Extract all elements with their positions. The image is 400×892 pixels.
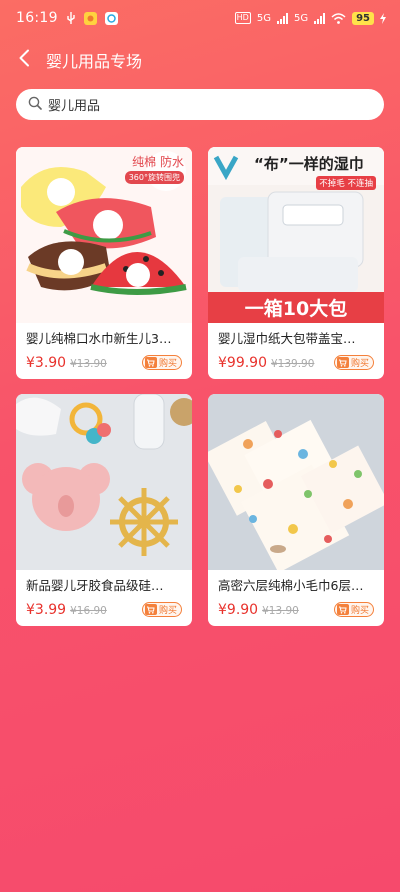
signal-icon	[276, 12, 288, 24]
price-row: ¥99.90 ¥139.90 购买	[208, 355, 384, 371]
buy-button[interactable]: 购买	[333, 355, 374, 370]
image-tagline: 不掉毛 不连抽	[316, 176, 376, 190]
original-price: ¥13.90	[70, 358, 107, 370]
product-title[interactable]: 新品婴儿牙胶食品级硅…	[16, 578, 192, 594]
buy-label: 购买	[350, 359, 369, 369]
signal-icon-2	[314, 12, 326, 24]
original-price: ¥139.90	[271, 358, 315, 370]
cart-icon	[144, 357, 157, 368]
usb-icon	[66, 11, 76, 25]
buy-button[interactable]: 购买	[141, 602, 182, 617]
product-card[interactable]: “布”一样的湿巾 不掉毛 不连抽 一箱10大包 婴儿湿巾纸大包带盖宝… ¥99.…	[208, 147, 384, 379]
price-row: ¥3.90 ¥13.90 购买	[16, 355, 192, 371]
page-title: 婴儿用品专场	[46, 52, 143, 71]
cart-icon	[144, 604, 157, 615]
cart-icon	[336, 604, 349, 615]
search-icon	[28, 95, 42, 114]
buy-label: 购买	[350, 606, 369, 616]
battery-level: 95	[352, 11, 374, 25]
network-label-1: 5G	[256, 12, 271, 24]
network-label-2: 5G	[293, 12, 309, 24]
search-input[interactable]	[48, 97, 348, 112]
product-image-bibs[interactable]: 纯棉 防水 360°旋转围兜	[16, 147, 192, 323]
chevron-left-icon	[18, 49, 30, 71]
image-headline: “布”一样的湿巾	[254, 155, 364, 173]
status-bar: 16:19 HD 5G 5G 95	[0, 0, 400, 36]
status-time: 16:19	[16, 10, 58, 26]
product-title[interactable]: 婴儿纯棉口水巾新生儿3…	[16, 331, 192, 347]
product-title[interactable]: 婴儿湿巾纸大包带盖宝…	[208, 331, 384, 347]
back-button[interactable]	[2, 40, 46, 80]
price-row: ¥9.90 ¥13.90 购买	[208, 602, 384, 618]
app-notification-icon-2	[104, 11, 118, 25]
search-bar[interactable]	[16, 89, 384, 120]
image-overlay-badge: 360°旋转围兜	[124, 171, 184, 184]
charging-icon	[380, 12, 386, 24]
product-price: ¥99.90	[218, 355, 267, 371]
product-price: ¥3.99	[26, 602, 67, 618]
app-notification-icon	[83, 11, 97, 25]
product-image-teethers[interactable]	[16, 394, 192, 570]
product-card[interactable]: 新品婴儿牙胶食品级硅… ¥3.99 ¥16.90 购买	[16, 394, 192, 626]
product-card[interactable]: 纯棉 防水 360°旋转围兜 婴儿纯棉口水巾新生儿3… ¥3.90 ¥13.90…	[16, 147, 192, 379]
image-overlay-text: 纯棉 防水	[132, 155, 184, 169]
product-image-wipes[interactable]: “布”一样的湿巾 不掉毛 不连抽 一箱10大包	[208, 147, 384, 323]
image-banner: 一箱10大包	[244, 298, 348, 320]
price-row: ¥3.99 ¥16.90 购买	[16, 602, 192, 618]
buy-label: 购买	[158, 359, 177, 369]
buy-button[interactable]: 购买	[141, 355, 182, 370]
buy-label: 购买	[158, 606, 177, 616]
original-price: ¥13.90	[262, 605, 299, 617]
wifi-icon	[331, 12, 346, 24]
product-price: ¥9.90	[218, 602, 259, 618]
buy-button[interactable]: 购买	[333, 602, 374, 617]
product-price: ¥3.90	[26, 355, 67, 371]
hd-icon: HD	[234, 12, 251, 24]
product-card[interactable]: 高密六层纯棉小毛巾6层… ¥9.90 ¥13.90 购买	[208, 394, 384, 626]
original-price: ¥16.90	[70, 605, 107, 617]
header: 婴儿用品专场	[0, 40, 400, 80]
cart-icon	[336, 357, 349, 368]
product-title[interactable]: 高密六层纯棉小毛巾6层…	[208, 578, 384, 594]
product-image-towels[interactable]	[208, 394, 384, 570]
